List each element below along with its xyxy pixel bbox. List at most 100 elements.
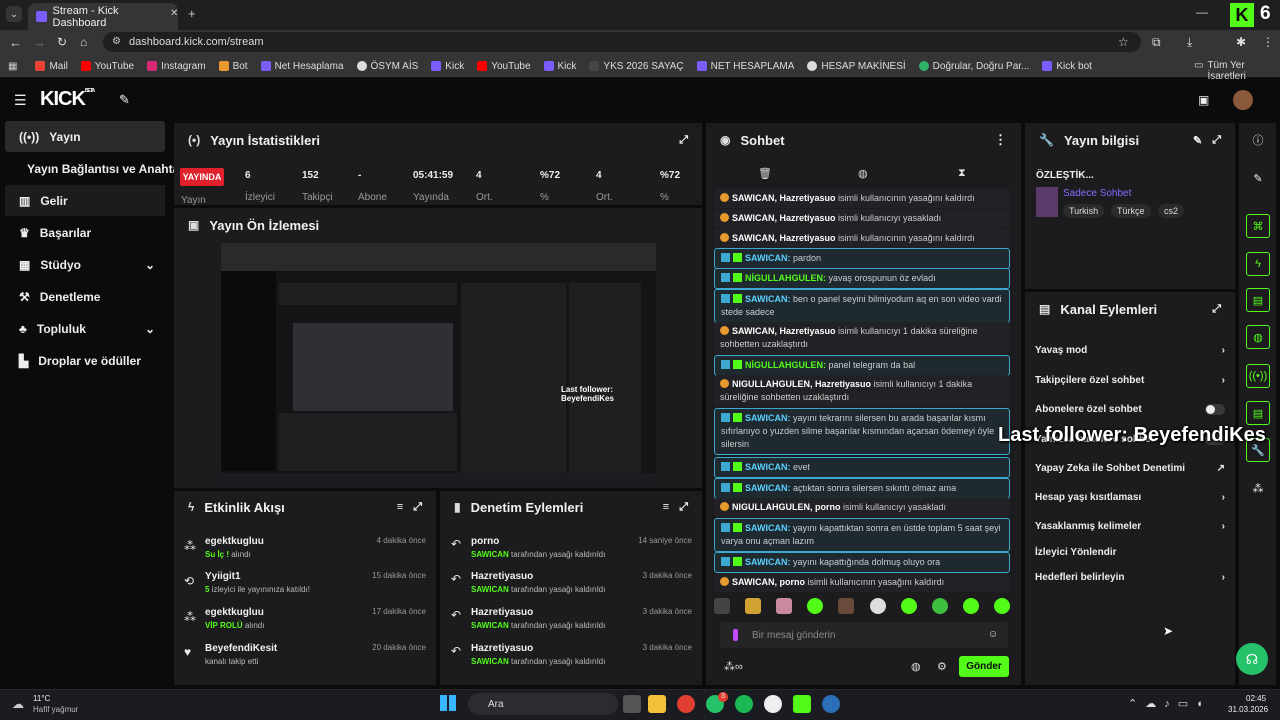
sidebar-item-topluluk[interactable]: ♣ Topluluk ⌄: [5, 313, 165, 344]
emote-icon[interactable]: [900, 598, 917, 614]
expand-icon[interactable]: ⤢: [679, 501, 688, 514]
filter-icon[interactable]: ≡: [397, 501, 403, 513]
bookmark-kick-bot[interactable]: Kick bot: [1042, 61, 1092, 72]
emote-icon[interactable]: [838, 598, 855, 614]
emote-icon[interactable]: [776, 598, 793, 614]
bolt-icon[interactable]: ϟ: [1246, 252, 1270, 276]
chat-message[interactable]: SAWICAN, porno isimli kullanıcının yasağ…: [714, 573, 1010, 592]
document-icon[interactable]: ▤: [1246, 288, 1270, 312]
wallet-icon[interactable]: ▣: [1198, 93, 1209, 107]
bookmark-youtube-2[interactable]: YouTube: [477, 61, 531, 72]
emote-icon[interactable]: [869, 598, 886, 614]
chat-message[interactable]: NIGULLAHGULEN, Hazretiyasuo isimli kulla…: [714, 375, 1010, 407]
expand-icon[interactable]: ⤢: [1212, 134, 1221, 147]
action-host[interactable]: İzleyici Yönlendir: [1035, 547, 1225, 558]
weather-icon[interactable]: ☁: [12, 697, 24, 711]
stream-preview-video[interactable]: Last follower: BeyefendiKes: [221, 243, 656, 488]
sidebar-item-yayin[interactable]: ((•)) Yayın: [5, 121, 165, 152]
user-avatar[interactable]: [1233, 90, 1253, 110]
chat-message[interactable]: SAWICAN, Hazretiyasuo isimli kullanıcıyı…: [714, 209, 1010, 228]
chat-message[interactable]: SAWICAN: evet: [714, 457, 1010, 478]
bookmark-osym[interactable]: ÖSYM AİS: [356, 61, 418, 72]
emote-icon[interactable]: [714, 598, 730, 614]
chat-message[interactable]: SAWICAN: yayını kapattığında dolmuş oluy…: [714, 552, 1010, 573]
bookmark-yks[interactable]: YKS 2026 SAYAÇ: [589, 61, 684, 72]
toggle-switch[interactable]: [1205, 404, 1225, 415]
tray-icons[interactable]: ⌃☁♪▭◖: [1128, 697, 1211, 710]
action-account-age[interactable]: Hesap yaşı kısıtlaması ›: [1035, 492, 1225, 503]
steam-icon[interactable]: [822, 695, 840, 713]
emote-icon[interactable]: [962, 598, 979, 614]
tag-turkish[interactable]: Turkish: [1063, 204, 1105, 218]
chat-message[interactable]: SAWICAN, Hazretiyasuo isimli kullanıcıyı…: [714, 322, 1010, 354]
sidebar-item-stream-key[interactable]: Yayın Bağlantısı ve Anahtarı: [5, 153, 187, 184]
bookmark-mail[interactable]: Mail: [35, 61, 68, 72]
steelseries-icon[interactable]: [764, 695, 782, 713]
hamburger-icon[interactable]: ☰: [14, 92, 27, 109]
chat-input[interactable]: Bir mesaj gönderin: [720, 622, 1008, 648]
emote-icon[interactable]: [807, 598, 824, 614]
support-button[interactable]: ☊: [1236, 643, 1268, 675]
mic-icon[interactable]: [733, 629, 738, 641]
chat-message[interactable]: SAWICAN: pardon: [714, 248, 1010, 269]
sidebar-item-basarilar[interactable]: ♛ Başarılar: [5, 217, 165, 248]
action-banned-words[interactable]: Yasaklanmış kelimeler ›: [1035, 521, 1225, 532]
browser-tab[interactable]: Stream - Kick Dashboard: [28, 3, 178, 30]
back-icon[interactable]: ←: [9, 35, 22, 50]
file-explorer-icon[interactable]: [648, 695, 666, 713]
sidebar-item-gelir[interactable]: ▥ Gelir: [5, 185, 165, 216]
chat-users-icon[interactable]: ◍: [911, 660, 921, 673]
bookmark-net-hesaplama-2[interactable]: NET HESAPLAMA: [696, 61, 794, 72]
sidebar-item-studyo[interactable]: ▦ Stüdyo ⌄: [5, 249, 165, 280]
spotify-icon[interactable]: [735, 695, 753, 713]
bookmark-youtube[interactable]: YouTube: [80, 61, 134, 72]
action-followers-only[interactable]: Takipçilere özel sohbet ›: [1035, 375, 1225, 386]
action-goals[interactable]: Hedefleri belirleyin ›: [1035, 572, 1225, 583]
chat-message[interactable]: SAWICAN: açtıktan sonra silersen sıkıntı…: [714, 478, 1010, 499]
settings-icon[interactable]: ⚙: [937, 660, 947, 673]
home-icon[interactable]: ⌂: [80, 35, 87, 49]
edit-icon[interactable]: ✎: [1193, 134, 1202, 147]
bookmark-bot[interactable]: Bot: [218, 61, 248, 72]
forward-icon[interactable]: →: [33, 35, 46, 50]
chat-bubble-icon[interactable]: ◍: [858, 167, 868, 180]
chat-message[interactable]: NİGULLAHGULEN: panel telegram da bal: [714, 355, 1010, 376]
chat-message[interactable]: SAWICAN, Hazretiyasuo isimli kullanıcını…: [714, 229, 1010, 248]
menu-icon[interactable]: ⋮: [1262, 35, 1274, 49]
broadcast-icon[interactable]: ((•)): [1246, 364, 1270, 388]
chat-message[interactable]: NIGULLAHGULEN, porno isimli kullanıcıyı …: [714, 498, 1010, 517]
minimize-button[interactable]: —: [1196, 5, 1208, 19]
action-subscribers-only[interactable]: Abonelere özel sohbet: [1035, 404, 1225, 415]
kick-logo[interactable]: KICKBETA: [40, 88, 95, 111]
bookmark-dogrular[interactable]: Doğrular, Doğru Par...: [918, 61, 1029, 72]
tab-list-button[interactable]: ⌄: [6, 6, 22, 22]
send-button[interactable]: Gönder: [959, 656, 1009, 677]
profile-icon[interactable]: ✱: [1236, 35, 1246, 49]
bookmark-instagram[interactable]: Instagram: [147, 61, 206, 72]
chat-message[interactable]: SAWICAN: yayını kapattıktan sonra en üst…: [714, 518, 1010, 552]
download-icon[interactable]: ⤓: [1187, 35, 1192, 50]
kicks-icon[interactable]: ⁂: [1246, 476, 1270, 500]
category-link[interactable]: Sadece Sohbet: [1063, 188, 1131, 199]
bookmark-kick-2[interactable]: Kick: [543, 61, 576, 72]
actions-icon[interactable]: ▤: [1246, 401, 1270, 425]
emote-icon[interactable]: [745, 598, 762, 614]
info-icon[interactable]: ⓘ: [1246, 128, 1270, 152]
chat-icon[interactable]: ◍: [1246, 325, 1270, 349]
emote-icon[interactable]: [993, 598, 1010, 614]
expand-icon[interactable]: ⤢: [1212, 303, 1221, 316]
site-info-icon[interactable]: ⚙: [112, 36, 121, 47]
sidebar-item-denetleme[interactable]: ⚒ Denetleme: [5, 281, 165, 312]
pencil-icon[interactable]: ✎: [1246, 166, 1270, 190]
chrome-icon[interactable]: [677, 695, 695, 713]
extensions-icon[interactable]: ⧉: [1152, 35, 1161, 50]
expand-icon[interactable]: ⤢: [679, 134, 688, 147]
chat-message[interactable]: SAWICAN, Hazretiyasuo isimli kullanıcını…: [714, 189, 1010, 208]
hourglass-icon[interactable]: ⧗: [958, 167, 966, 180]
bookmark-net-hesaplama[interactable]: Net Hesaplama: [260, 61, 344, 72]
emoji-icon[interactable]: ☺: [988, 629, 998, 640]
action-slow-mode[interactable]: Yavaş mod ›: [1035, 345, 1225, 356]
action-ai-moderation[interactable]: Yapay Zeka ile Sohbet Denetimi ↗: [1035, 463, 1225, 474]
bookmark-hesap-makinesi[interactable]: HESAP MAKİNESİ: [807, 61, 906, 72]
chat-message[interactable]: NİGULLAHGULEN: yavaş orospunun öz evladı: [714, 268, 1010, 289]
